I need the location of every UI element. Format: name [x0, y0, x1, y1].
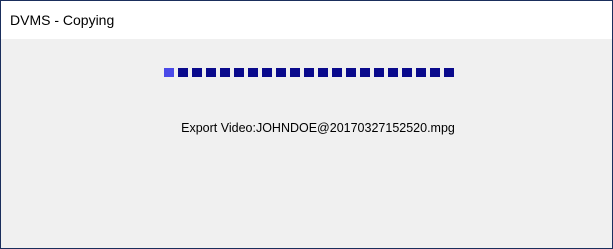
progress-segment — [178, 68, 188, 77]
progress-segment — [430, 68, 440, 77]
progress-segment — [346, 68, 356, 77]
progress-segment — [248, 68, 258, 77]
progress-segment — [304, 68, 314, 77]
progress-segment — [234, 68, 244, 77]
progress-segment — [262, 68, 272, 77]
progress-segment — [402, 68, 412, 77]
progress-segment — [444, 68, 454, 77]
status-text: Export Video:JOHNDOE@20170327152520.mpg — [181, 121, 455, 135]
window-title: DVMS - Copying — [10, 12, 115, 28]
copy-progress-bar — [164, 68, 454, 77]
progress-segment — [220, 68, 230, 77]
dialog-content: Export Video:JOHNDOE@20170327152520.mpg — [1, 39, 612, 248]
progress-segment — [290, 68, 300, 77]
progress-segment — [374, 68, 384, 77]
progress-segment — [192, 68, 202, 77]
progress-segment — [360, 68, 370, 77]
progress-segment — [206, 68, 216, 77]
progress-segment — [332, 68, 342, 77]
title-bar[interactable]: DVMS - Copying — [1, 1, 612, 39]
progress-segment — [318, 68, 328, 77]
copy-dialog-window: DVMS - Copying Export Video:JOHNDOE@2017… — [0, 0, 613, 249]
progress-segment — [388, 68, 398, 77]
progress-segment — [164, 68, 174, 77]
progress-segment — [416, 68, 426, 77]
progress-segment — [276, 68, 286, 77]
